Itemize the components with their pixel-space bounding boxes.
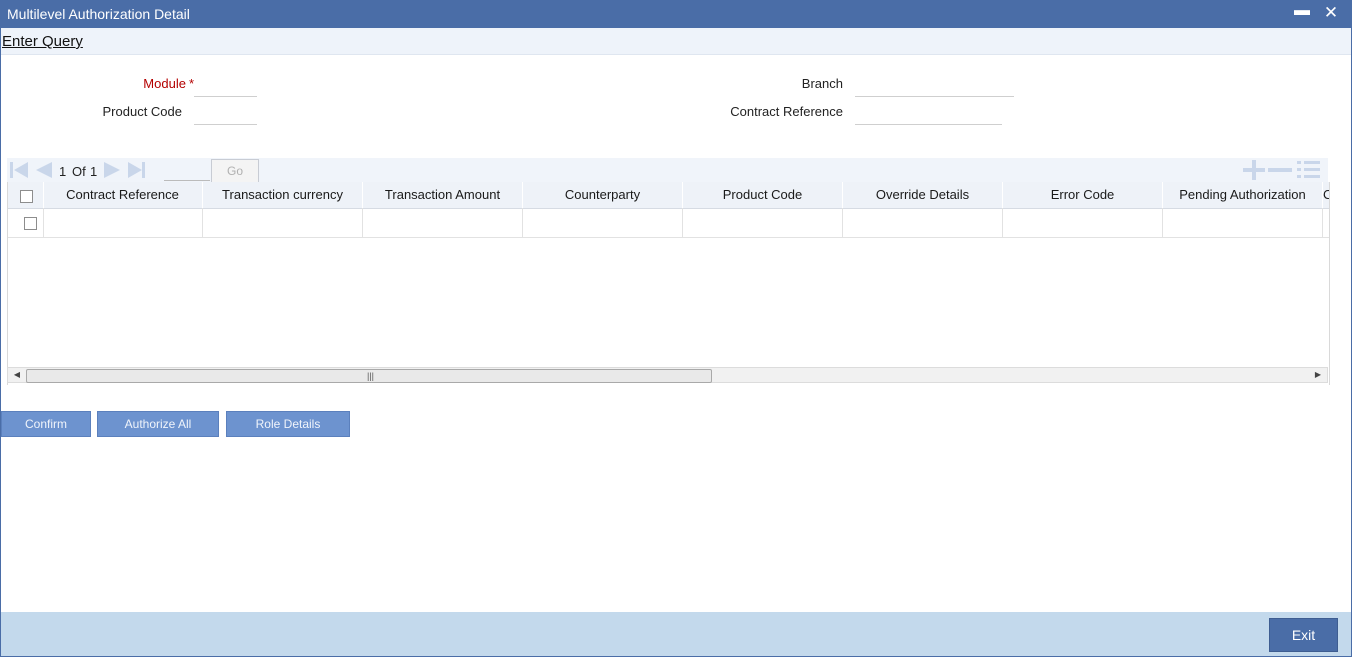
table-cell[interactable]: [43, 208, 203, 237]
authorize-all-button[interactable]: Authorize All: [97, 411, 219, 437]
first-page-icon[interactable]: [8, 160, 30, 180]
column-header[interactable]: C: [1323, 182, 1329, 208]
footer-bar: Exit: [1, 612, 1351, 656]
table-cell[interactable]: [1163, 208, 1323, 237]
total-pages: 1: [90, 164, 98, 179]
role-details-button[interactable]: Role Details: [226, 411, 350, 437]
scrollbar-thumb[interactable]: |||: [26, 369, 712, 383]
contract-reference-label: Contract Reference: [730, 104, 843, 119]
scroll-right-icon[interactable]: ▶: [1311, 369, 1325, 381]
column-header[interactable]: Transaction Amount: [363, 182, 523, 208]
table-cell[interactable]: [843, 208, 1003, 237]
scroll-left-icon[interactable]: ◀: [10, 369, 24, 381]
product-code-input[interactable]: [194, 104, 257, 125]
select-all-checkbox[interactable]: [20, 190, 33, 203]
column-header[interactable]: Transaction currency: [203, 182, 363, 208]
column-header[interactable]: Counterparty: [523, 182, 683, 208]
grid-header: Contract Reference Transaction currency …: [8, 182, 1329, 209]
table-cell[interactable]: [363, 208, 523, 237]
module-label: Module *: [101, 76, 194, 91]
column-header[interactable]: Error Code: [1003, 182, 1163, 208]
exit-button[interactable]: Exit: [1269, 618, 1338, 652]
horizontal-scrollbar[interactable]: ◀ ||| ▶: [7, 367, 1328, 383]
go-button[interactable]: Go: [211, 159, 259, 183]
last-page-icon[interactable]: [126, 160, 148, 180]
row-select-cell: [8, 208, 44, 237]
table-cell[interactable]: [683, 208, 843, 237]
grip-icon: |||: [367, 371, 375, 381]
title-bar: Multilevel Authorization Detail ▬ ✕: [1, 1, 1351, 28]
column-header[interactable]: Pending Authorization: [1163, 182, 1323, 208]
table-cell[interactable]: [523, 208, 683, 237]
contract-reference-input[interactable]: [855, 104, 1002, 125]
results-grid: Contract Reference Transaction currency …: [7, 182, 1330, 385]
column-header[interactable]: Contract Reference: [43, 182, 203, 208]
module-label-text: Module: [143, 76, 186, 91]
close-icon[interactable]: ✕: [1321, 3, 1341, 25]
delete-row-icon[interactable]: [1268, 168, 1292, 172]
column-header[interactable]: Product Code: [683, 182, 843, 208]
table-cell[interactable]: [203, 208, 363, 237]
prev-page-icon[interactable]: [32, 160, 54, 180]
grid-tools-icons: [1243, 160, 1320, 180]
main-window: Multilevel Authorization Detail ▬ ✕ Ente…: [0, 0, 1352, 657]
table-row[interactable]: [8, 208, 1329, 238]
branch-label: Branch: [801, 76, 843, 91]
column-header[interactable]: Override Details: [843, 182, 1003, 208]
page-number-input[interactable]: [164, 161, 210, 181]
minimize-icon[interactable]: ▬: [1292, 2, 1312, 24]
grid-pager: 1 Of 1 Go: [7, 158, 1328, 183]
confirm-button[interactable]: Confirm: [1, 411, 91, 437]
of-label: Of: [72, 164, 86, 179]
add-row-icon[interactable]: [1243, 160, 1265, 180]
single-view-icon[interactable]: [1297, 161, 1320, 178]
query-toolbar: Enter Query: [1, 28, 1351, 55]
select-all-cell: [8, 182, 44, 208]
table-cell[interactable]: [1003, 208, 1163, 237]
next-page-icon[interactable]: [102, 160, 124, 180]
row-checkbox[interactable]: [24, 217, 37, 230]
product-code-label: Product Code: [102, 104, 183, 119]
grid-tools: [1242, 160, 1328, 183]
window-title: Multilevel Authorization Detail: [7, 6, 190, 22]
module-input[interactable]: [194, 76, 257, 97]
branch-input[interactable]: [855, 76, 1014, 97]
current-page: 1: [59, 164, 67, 179]
enter-query-link[interactable]: Enter Query: [2, 33, 83, 50]
